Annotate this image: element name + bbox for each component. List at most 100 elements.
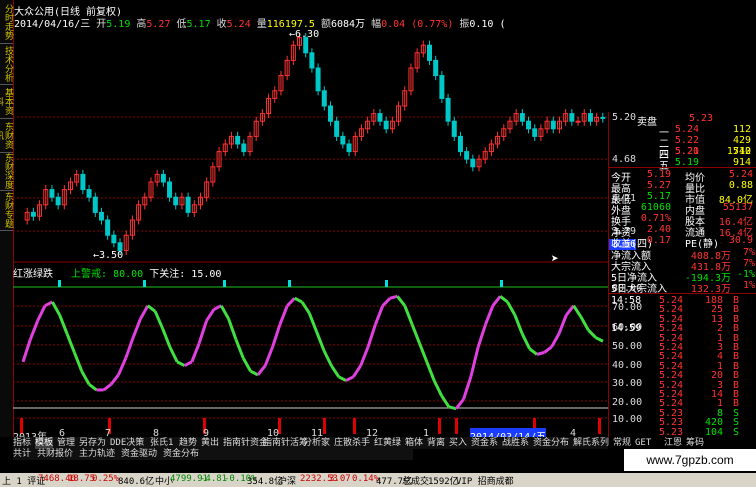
low-label: 低 [176,19,187,30]
indicator-segment [587,328,597,339]
indicator-tab[interactable]: 趋势 [179,437,197,449]
quote-value: 0.88 [728,180,753,191]
indicator-segment [28,320,40,340]
indicator-tab[interactable]: DDE决策 [110,437,144,449]
indicator-tab[interactable]: 张氏1 [150,437,173,449]
indicator-tab[interactable]: 江恩 [664,437,682,449]
quote-value: 0.17 [646,235,671,246]
indicator-segment [513,314,524,335]
amp-value: 0.10 ( [469,19,506,30]
indicator-segment [557,314,568,335]
status-item: 840.6亿 [118,477,155,487]
indicator-segment [499,295,509,304]
indicator-segment [36,305,47,322]
indicator-segment [190,342,201,363]
amt-label: 额 [320,19,331,30]
candlestick [30,211,36,217]
candlestick [439,75,445,99]
indicator-tab[interactable]: 解氏系列 [573,437,609,449]
indicator-segment [72,351,84,372]
indicator-segment [359,346,370,367]
candlestick [346,143,352,153]
quote-value: 55137 [722,202,753,213]
indicator-tab[interactable]: 资金系 [471,437,498,449]
candlestick [185,196,191,213]
indicator-segment [271,323,282,348]
indicator-tab[interactable]: 筹码 [686,437,704,449]
indicator-tab[interactable]: 指标 [13,437,31,449]
vol-label: 量 [256,19,267,30]
main-chart[interactable]: ←6.30 ←3.50 ➤ [13,0,608,437]
upper-signal-marker [288,280,291,287]
bid-volume: 1512 [726,146,751,157]
left-tab-0[interactable]: 分时走势 [0,0,13,44]
flow-row: 5日净流入 -194.3万 -1% [609,269,756,284]
indicator-tab[interactable]: 背离 [427,437,445,449]
candlestick [445,97,451,122]
candlestick [451,120,457,137]
candlestick [111,234,117,244]
left-tab-2[interactable]: 基本资料 [0,84,13,119]
indicator-tab-bar: 指标 模板 管理 另存为 DDE决策 张氏1 趋势 黄出 指南针资金 指南针活筹 分析家 庄散杀手 红黄… [13,437,704,449]
panel-tab[interactable]: 资金驱动 [121,449,157,460]
panel-tab[interactable]: 主力轨迹 [79,449,115,460]
panel-tab[interactable]: 共计 [13,449,31,460]
panel-tab[interactable]: 资金分布 [163,449,199,460]
indicator-tab[interactable]: 箱体 [405,437,423,449]
indicator-segment [374,305,385,325]
candlestick [600,116,606,119]
panel-tab[interactable]: 共财报价 [37,449,73,460]
left-tab-4[interactable]: 东财深度 [0,152,13,191]
ask-row: 一 5.24 112 [609,124,756,139]
left-tab-3[interactable]: 东财资讯 [0,118,13,153]
kline-chart-svg[interactable]: ←6.30 ←3.50 ➤ [13,0,608,437]
indicator-segment [131,318,142,339]
open-label: 开 [96,19,107,30]
indicator-tab[interactable]: 红黄绿 [374,437,401,449]
bid-row: 四 5.20 1512 [609,146,756,161]
candlestick [526,120,532,130]
quote-value: 2.40 [646,224,671,235]
indicator-tab[interactable]: 黄出 [201,437,219,449]
quote-value: 5.17 [646,191,671,202]
indicator-segment [117,357,128,376]
indicator-segment [65,333,76,354]
indicator-segment [579,316,590,331]
indicator-tab[interactable]: 战胜系 [502,437,529,449]
quote-value: 5.19 [646,169,671,180]
tick-volume: 104 [704,426,723,438]
amt-value: 6084万 [330,19,366,30]
indicator-segment [139,304,150,320]
indicator-segment [462,376,473,400]
indicator-tab[interactable]: 买入 [449,437,467,449]
indicator-segment [88,383,98,392]
indicator-tab[interactable]: GET [635,437,651,449]
indicator-tab[interactable]: 指南针资金 [223,437,268,449]
indicator-tab[interactable]: 资金分布 [533,437,569,449]
indicator-segment [543,345,553,354]
indicator-segment [572,304,583,318]
candlestick [433,59,439,77]
mouse-cursor-icon: ➤ [551,252,559,267]
indicator-tab[interactable]: 管理 [57,437,75,449]
status-item: VIP 招商成都 [456,477,514,487]
flow-row: 大宗流入 431.8万 7% [609,258,756,273]
high-value: 5.27 [146,19,171,30]
indicator-segment [594,336,604,343]
indicator-tab[interactable]: 模板 [35,437,54,449]
indicator-segment [396,295,406,307]
indicator-tab[interactable]: 庄散杀手 [334,437,370,449]
candlestick [569,113,575,122]
indicator-segment [491,295,502,307]
candlestick [86,189,92,198]
candlestick [383,120,389,130]
indicator-tab[interactable]: 常规 [613,437,631,449]
indicator-tab[interactable]: 指南针活筹 [263,437,308,449]
indicator-segment [338,375,347,382]
lower-focus-label: 下关注: [149,269,186,280]
left-tab-5[interactable]: 东财专题 [0,190,13,231]
indicator-tab[interactable]: 另存为 [79,437,106,449]
quote-value: 5.27 [646,180,671,191]
left-tab-1[interactable]: 技术分析 [0,43,13,85]
indicator-tab[interactable]: 分析家 [303,437,330,449]
